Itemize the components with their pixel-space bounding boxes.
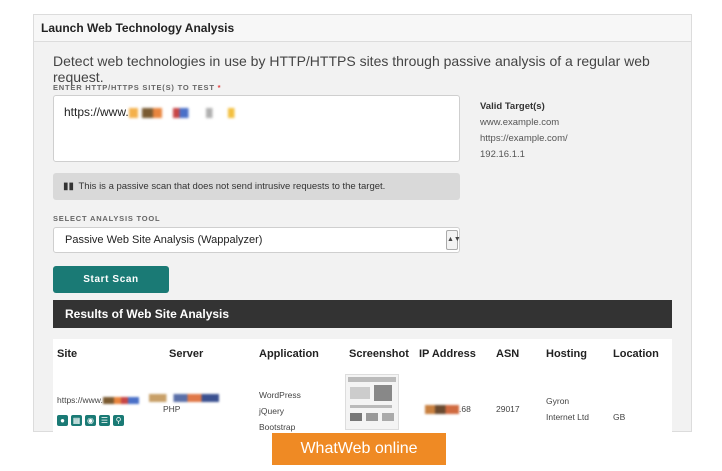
- valid-target-item: https://example.com/: [480, 133, 568, 144]
- thumb-header: [348, 377, 396, 382]
- url-value: https://www.: [64, 105, 129, 119]
- thumb-block: [374, 385, 392, 401]
- thumb-block: [350, 405, 392, 408]
- hosting-line: Internet Ltd: [546, 412, 590, 422]
- selected-tool: Passive Web Site Analysis (Wappalyzer): [65, 234, 263, 246]
- hosting-cell: Gyron Internet Ltd: [546, 393, 589, 425]
- asn-cell: 29017: [496, 404, 520, 414]
- thumb-block: [350, 413, 362, 421]
- ip-suffix: .68: [459, 404, 471, 414]
- url-field-label: ENTER HTTP/HTTPS SITE(S) TO TEST *: [53, 83, 221, 92]
- col-screenshot: Screenshot: [349, 348, 409, 360]
- col-hosting: Hosting: [546, 348, 587, 360]
- chevron-updown-icon[interactable]: ▲▼: [446, 230, 461, 250]
- col-ip-address: IP Address: [419, 348, 476, 360]
- col-location: Location: [613, 348, 659, 360]
- start-scan-button[interactable]: Start Scan: [53, 266, 169, 293]
- thumb-block: [382, 413, 394, 421]
- eye-icon[interactable]: ●: [57, 415, 68, 426]
- note-text: This is a passive scan that does not sen…: [78, 181, 386, 192]
- results-table: Site Server Application Screenshot IP Ad…: [53, 339, 672, 433]
- passive-scan-note: ▮▮ This is a passive scan that does not …: [53, 173, 460, 200]
- site-cell[interactable]: https://www.: [57, 392, 139, 408]
- whatweb-badge: WhatWeb online: [272, 433, 446, 465]
- col-asn: ASN: [496, 348, 520, 360]
- application-cell: WordPress jQuery Bootstrap: [259, 387, 301, 435]
- application-item: WordPress: [259, 390, 301, 400]
- server-cell: [149, 391, 219, 407]
- analysis-tool-select[interactable]: Passive Web Site Analysis (Wappalyzer) ▲…: [53, 227, 461, 253]
- url-label-text: ENTER HTTP/HTTPS SITE(S) TO TEST: [53, 83, 215, 92]
- valid-target-item: www.example.com: [480, 117, 560, 128]
- globe-icon[interactable]: ◉: [85, 415, 96, 426]
- server-value: PHP: [163, 404, 181, 414]
- url-textarea[interactable]: https://www.: [53, 95, 460, 162]
- application-item: jQuery: [259, 406, 285, 416]
- intro-text: Detect web technologies in use by HTTP/H…: [53, 53, 650, 85]
- results-header: Results of Web Site Analysis: [53, 300, 672, 328]
- table-icon[interactable]: ▦: [71, 415, 82, 426]
- redacted-url-text: [128, 107, 239, 118]
- ip-cell: .68: [425, 401, 471, 417]
- redacted-site: [102, 397, 139, 405]
- analysis-panel: Launch Web Technology Analysis Detect we…: [33, 14, 692, 433]
- col-application: Application: [259, 348, 319, 360]
- valid-targets-title: Valid Target(s): [480, 101, 545, 112]
- col-site: Site: [57, 348, 78, 360]
- screenshot-thumbnail[interactable]: [345, 374, 399, 430]
- thumb-block: [366, 413, 378, 421]
- valid-targets: Valid Target(s) www.example.com https://…: [480, 99, 568, 163]
- location-cell: GB: [613, 412, 626, 422]
- search-icon[interactable]: ⚲: [113, 415, 124, 426]
- binoculars-icon: ▮▮: [63, 181, 75, 192]
- redacted-server: [149, 394, 219, 402]
- list-icon[interactable]: ☰: [99, 415, 110, 426]
- site-url: https://www.: [57, 395, 103, 405]
- col-server: Server: [169, 348, 204, 360]
- redacted-ip: [425, 405, 459, 415]
- tool-field-label: SELECT ANALYSIS TOOL: [53, 214, 161, 223]
- thumb-block: [350, 387, 370, 399]
- panel-title: Launch Web Technology Analysis: [34, 15, 691, 42]
- hosting-line: Gyron: [546, 396, 570, 406]
- required-mark: *: [217, 83, 222, 92]
- site-action-icons: ● ▦ ◉ ☰ ⚲: [57, 415, 124, 426]
- valid-target-item: 192.16.1.1: [480, 149, 525, 160]
